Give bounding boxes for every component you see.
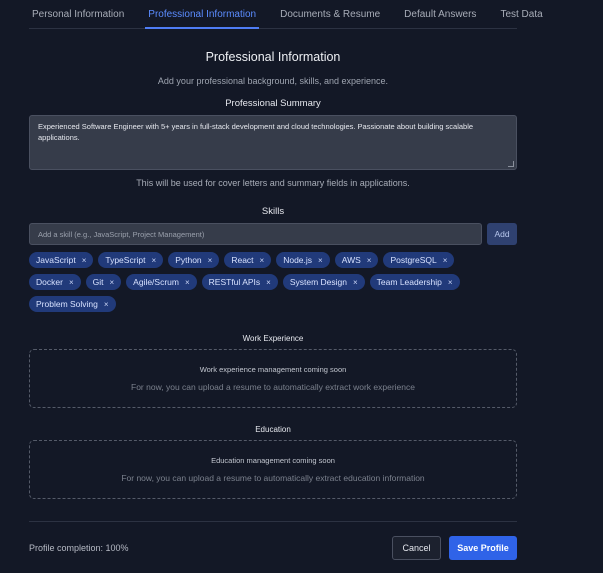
remove-skill-icon[interactable]: × [353,278,358,287]
skill-chip-label: Git [92,277,104,287]
skill-chip: System Design × [282,274,365,290]
skill-chip: React × [224,252,272,268]
skill-chip-label: System Design [289,277,347,287]
tab-personal-information[interactable]: Personal Information [29,0,127,28]
summary-textarea[interactable]: Experienced Software Engineer with 5+ ye… [29,115,517,170]
skill-chip-label: Agile/Scrum [133,277,179,287]
save-profile-button[interactable]: Save Profile [449,536,517,560]
education-placeholder: Education management coming soon For now… [29,440,517,499]
tab-default-answers[interactable]: Default Answers [401,0,479,28]
skill-chip: Git × [85,274,122,290]
work-experience-desc: For now, you can upload a resume to auto… [131,382,415,392]
skill-chip-label: JavaScript [36,255,76,265]
skill-chip-label: AWS [341,255,361,265]
tab-professional-information[interactable]: Professional Information [145,0,259,29]
remove-skill-icon[interactable]: × [208,256,213,265]
tab-documents-resume[interactable]: Documents & Resume [277,0,383,28]
skill-chip-label: TypeScript [105,255,146,265]
remove-skill-icon[interactable]: × [367,256,372,265]
add-skill-button[interactable]: Add [487,223,517,245]
work-experience-placeholder: Work experience management coming soon F… [29,349,517,408]
skill-input[interactable]: Add a skill (e.g., JavaScript, Project M… [29,223,482,245]
skill-chip-label: RESTful APIs [208,277,261,287]
remove-skill-icon[interactable]: × [443,256,448,265]
tab-test-data[interactable]: Test Data [497,0,545,28]
skill-chip: AWS × [334,252,379,268]
remove-skill-icon[interactable]: × [152,256,157,265]
profile-completion: Profile completion: 100% [29,543,129,553]
skill-chip: TypeScript × [98,252,164,268]
remove-skill-icon[interactable]: × [318,256,323,265]
skill-chip: Agile/Scrum × [126,274,197,290]
remove-skill-icon[interactable]: × [109,278,114,287]
education-desc: For now, you can upload a resume to auto… [121,473,425,483]
skill-chip-list: JavaScript × TypeScript × Python × React × Node.… [29,252,479,312]
footer-buttons: Cancel Save Profile [392,536,517,560]
remove-skill-icon[interactable]: × [448,278,453,287]
education-label: Education [255,425,291,434]
skill-chip: Docker × [29,274,81,290]
skill-chip: RESTful APIs × [201,274,278,290]
skill-chip: PostgreSQL × [383,252,455,268]
remove-skill-icon[interactable]: × [266,278,271,287]
footer-divider [29,521,517,522]
skill-chip: Node.js × [276,252,330,268]
profile-page: Personal Information Professional Inform… [29,0,543,560]
skill-chip: Team Leadership × [369,274,460,290]
skill-chip-label: Python [175,255,202,265]
footer: Profile completion: 100% Cancel Save Pro… [29,536,517,560]
skill-chip: Python × [168,252,220,268]
page-title: Professional Information [205,50,341,64]
skill-chip-label: Docker [36,277,63,287]
summary-label: Professional Summary [225,98,321,109]
skill-chip: JavaScript × [29,252,94,268]
work-experience-title: Work experience management coming soon [199,365,347,374]
skill-chip-label: Problem Solving [36,299,98,309]
summary-hint: This will be used for cover letters and … [136,178,410,188]
skill-chip-label: Team Leadership [376,277,442,287]
remove-skill-icon[interactable]: × [260,256,265,265]
skill-chip: Problem Solving × [29,296,116,312]
skill-add-row: Add a skill (e.g., JavaScript, Project M… [29,223,517,245]
skill-chip-label: React [231,255,254,265]
remove-skill-icon[interactable]: × [185,278,190,287]
skills-label: Skills [261,206,285,217]
remove-skill-icon[interactable]: × [82,256,87,265]
skill-chip-label: PostgreSQL [390,255,437,265]
resize-handle-icon[interactable] [508,161,514,167]
tab-bar: Personal Information Professional Inform… [29,0,543,29]
skill-chip-label: Node.js [283,255,313,265]
work-experience-label: Work Experience [242,334,304,343]
summary-text: Experienced Software Engineer with 5+ ye… [38,122,474,142]
remove-skill-icon[interactable]: × [69,278,74,287]
page-subtitle: Add your professional background, skills… [157,76,389,86]
cancel-button[interactable]: Cancel [392,536,441,560]
education-title: Education management coming soon [211,456,335,465]
remove-skill-icon[interactable]: × [104,300,109,309]
